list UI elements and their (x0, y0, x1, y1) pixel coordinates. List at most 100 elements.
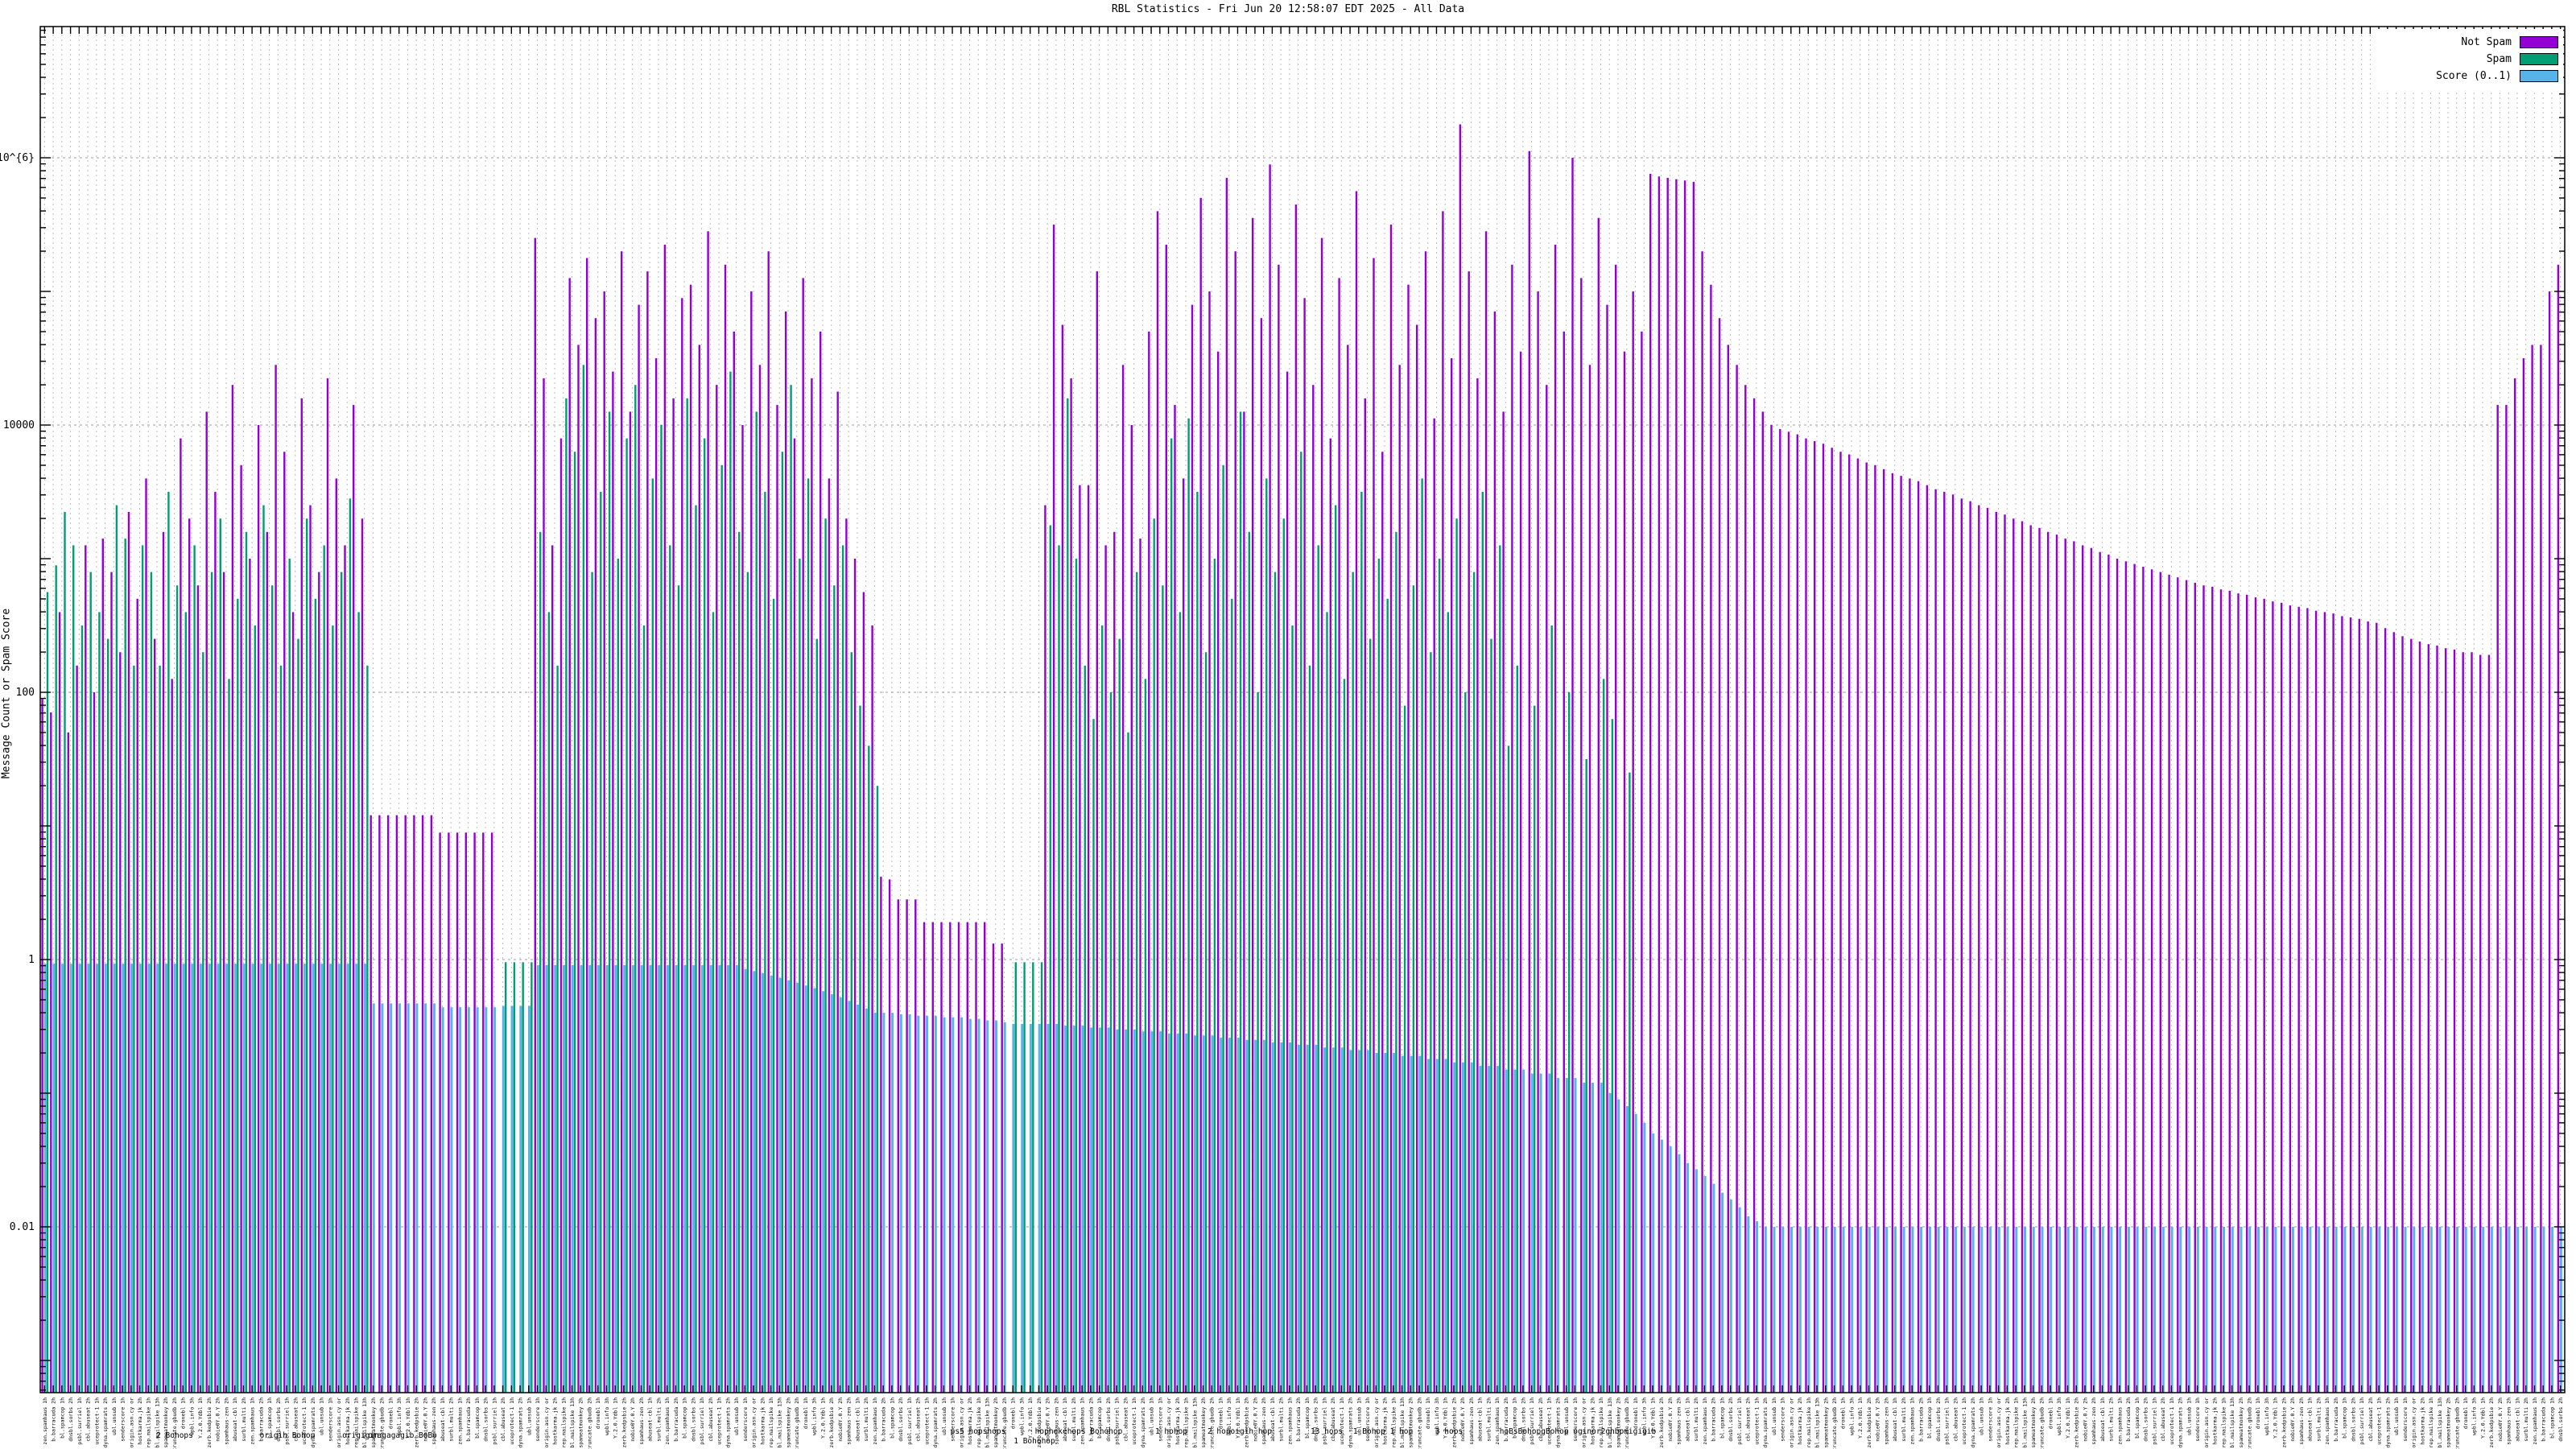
svg-text:uceprotect-1 1h: uceprotect-1 1h (509, 1397, 515, 1445)
svg-text:1x10^{6}: 1x10^{6} (0, 152, 35, 164)
svg-text:psbl.surriel 1h: psbl.surriel 1h (491, 1397, 497, 1445)
svg-text:oragagagib BoBo: oragagagib BoBo (368, 1431, 437, 1440)
legend: Not Spam Spam Score (0..1) (2373, 29, 2563, 89)
svg-text:dronebl 1h: dronebl 1h (1633, 1397, 1639, 1429)
svg-text:abuseat-cbl 1h: abuseat-cbl 1h (2307, 1397, 2314, 1442)
svg-text:ubl.unsub 1h: ubl.unsub 1h (2186, 1397, 2192, 1435)
svg-text:rep.mailspike 1h: rep.mailspike 1h (2220, 1397, 2227, 1448)
svg-text:wpbl.info 3h: wpbl.info 3h (2471, 1397, 2478, 1435)
svg-text:dnsbl.sorbs 2h: dnsbl.sorbs 2h (68, 1397, 74, 1442)
legend-swatch-spam (2520, 53, 2558, 65)
svg-text:10000: 10000 (3, 419, 35, 431)
svg-text:nobie0Y.0.Y 2h: nobie0Y.0.Y 2h (2082, 1397, 2088, 1442)
svg-text:spameatmonkey 2h: spameatmonkey 2h (578, 1397, 584, 1448)
svg-text:dnsbl.sorbs 2h: dnsbl.sorbs 2h (2350, 1397, 2356, 1442)
svg-text:dronebl 1h: dronebl 1h (1010, 1397, 1017, 1429)
svg-text:nobie0Y.0.Y 2h: nobie0Y.0.Y 2h (1875, 1397, 1881, 1442)
legend-label-spam: Spam (2486, 53, 2512, 65)
svg-text:bl.spamcop 1h: bl.spamcop 1h (2134, 1397, 2140, 1439)
svg-text:100: 100 (16, 687, 35, 699)
svg-text:surbl.multi 2h: surbl.multi 2h (1485, 1397, 1492, 1442)
svg-text:nobie0Y.0.Y 2h: nobie0Y.0.Y 2h (2289, 1397, 2296, 1442)
svg-text:spamhaus-zen 2h: spamhaus-zen 2h (223, 1397, 229, 1445)
svg-text:b.barracuda 2h: b.barracuda 2h (1711, 1397, 1717, 1442)
svg-text:bl.mailspike 13h: bl.mailspike 13h (1607, 1397, 1613, 1448)
svg-text:truncate.gbudb 2h: truncate.gbudb 2h (2247, 1397, 2253, 1449)
svg-text:cbl.abuseat 2h: cbl.abuseat 2h (2368, 1397, 2374, 1442)
svg-text:wpbl.info 3h: wpbl.info 3h (1848, 1397, 1855, 1435)
svg-text:truncate.gbudb 2h: truncate.gbudb 2h (1416, 1397, 1422, 1449)
svg-text:b.barracuda 2h: b.barracuda 2h (673, 1397, 679, 1442)
svg-text:spamhaus-zen 2h: spamhaus-zen 2h (1676, 1397, 1682, 1445)
svg-text:nobie0Y.0.Y 2h: nobie0Y.0.Y 2h (215, 1397, 221, 1442)
svg-text:bl.spamcop 1h: bl.spamcop 1h (2549, 1397, 2555, 1439)
svg-text:zerb.kedpsbie 2h: zerb.kedpsbie 2h (1244, 1397, 1250, 1448)
svg-text:truncate.gbudb 2h: truncate.gbudb 2h (1831, 1397, 1838, 1449)
svg-text:bl.mailspike 13h: bl.mailspike 13h (1814, 1397, 1821, 1448)
svg-text:psbl.surriel 1h: psbl.surriel 1h (76, 1397, 83, 1445)
svg-text:dyna.spamrats 2h: dyna.spamrats 2h (724, 1397, 731, 1448)
svg-text:truncate.gbudb 2h: truncate.gbudb 2h (1001, 1397, 1008, 1449)
svg-text:b.barracuda 2h: b.barracuda 2h (1918, 1397, 1924, 1442)
svg-text:origin.asn.cy or: origin.asn.cy or (1788, 1397, 1794, 1448)
svg-text:uceprotect-1 1h: uceprotect-1 1h (2169, 1397, 2175, 1445)
svg-text:Y.2.0.Ydbl 1h: Y.2.0.Ydbl 1h (1027, 1397, 1034, 1439)
svg-text:bl.mailspike 13h: bl.mailspike 13h (154, 1397, 160, 1448)
svg-text:zerb.kedpsbie 2h: zerb.kedpsbie 2h (1451, 1397, 1457, 1448)
svg-text:nobie0Y.0.Y 2h: nobie0Y.0.Y 2h (1667, 1397, 1674, 1442)
svg-text:dronebl 1h: dronebl 1h (2462, 1397, 2469, 1429)
svg-text:truncate.gbudb 2h: truncate.gbudb 2h (586, 1397, 592, 1449)
svg-text:zen.spamhaus 1h: zen.spamhaus 1h (1494, 1397, 1501, 1445)
svg-text:origih Bohop: origih Bohop (260, 1431, 316, 1440)
svg-text:bl.mailspike 13h: bl.mailspike 13h (2021, 1397, 2028, 1448)
svg-text:bl.spamcop 1h: bl.spamcop 1h (474, 1397, 481, 1439)
svg-text:spamhaus-zen 2h: spamhaus-zen 2h (846, 1397, 852, 1445)
svg-text:origin.asn.cy or: origin.asn.cy or (2411, 1397, 2417, 1448)
svg-text:hoBsBohopgBohop oginor2ghbpmig: hoBsBohopgBohop oginor2ghbpmigigib (1500, 1427, 1657, 1436)
svg-text:b.barracuda 2h: b.barracuda 2h (51, 1397, 57, 1442)
svg-text:dyna.spamrats 2h: dyna.spamrats 2h (1970, 1397, 1976, 1448)
svg-text:spameatmonkey 2h: spameatmonkey 2h (2238, 1397, 2244, 1448)
svg-text:psbl.surriel 1h: psbl.surriel 1h (699, 1397, 705, 1445)
svg-text:origin.asn.cy or: origin.asn.cy or (751, 1397, 758, 1448)
svg-text:uceprotect-1 1h: uceprotect-1 1h (1339, 1397, 1345, 1445)
svg-text:dyna.spamrats 2h: dyna.spamrats 2h (310, 1397, 316, 1448)
svg-text:hostkarma.jk 2h: hostkarma.jk 2h (1797, 1397, 1803, 1445)
svg-text:surbl.multi 2h: surbl.multi 2h (655, 1397, 662, 1442)
svg-text:wpbl.info 3h: wpbl.info 3h (604, 1397, 610, 1435)
svg-text:dyna.spamrats 2h: dyna.spamrats 2h (1762, 1397, 1769, 1448)
svg-text:Y.2.0.Ydbl 1h: Y.2.0.Ydbl 1h (2065, 1397, 2071, 1439)
svg-text:wpbl.info 3h: wpbl.info 3h (2264, 1397, 2270, 1435)
svg-text:rep.mailspike 1h: rep.mailspike 1h (1598, 1397, 1604, 1448)
svg-text:dronebl 1h: dronebl 1h (2255, 1397, 2261, 1429)
svg-text:zen.spamhaus 1h: zen.spamhaus 1h (2116, 1397, 2123, 1445)
svg-text:cbl.abuseat 2h: cbl.abuseat 2h (85, 1397, 92, 1442)
svg-text:senderscore 1h: senderscore 1h (2194, 1397, 2201, 1442)
svg-text:uceprotect-1 1h: uceprotect-1 1h (1131, 1397, 1137, 1445)
svg-text:hostkarma.jk 2h: hostkarma.jk 2h (2212, 1397, 2219, 1445)
svg-text:abuseat-cbl 1h: abuseat-cbl 1h (232, 1397, 238, 1442)
svg-text:origin.asn.cy or: origin.asn.cy or (336, 1397, 342, 1448)
svg-text:1: 1 (28, 954, 35, 966)
svg-text:dronebl 1h: dronebl 1h (2047, 1397, 2054, 1429)
svg-text:hostkarma.jk 2h: hostkarma.jk 2h (1382, 1397, 1389, 1445)
svg-text:bl.spamcop 1h: bl.spamcop 1h (1926, 1397, 1933, 1439)
svg-text:hostkarma.jk 2h: hostkarma.jk 2h (2004, 1397, 2011, 1445)
svg-text:3 hops: 3 hops (1435, 1427, 1463, 1436)
svg-text:Y.2.0.Ydbl 1h: Y.2.0.Ydbl 1h (197, 1397, 204, 1439)
svg-text:cbl.abuseat 2h: cbl.abuseat 2h (708, 1397, 714, 1442)
svg-text:zen.spamhaus 1h: zen.spamhaus 1h (664, 1397, 671, 1445)
svg-text:ubl.unsub 1h: ubl.unsub 1h (2393, 1397, 2400, 1435)
svg-text:truncate.gbudb 2h: truncate.gbudb 2h (379, 1397, 386, 1449)
svg-text:rep.mailspike 1h: rep.mailspike 1h (2013, 1397, 2020, 1448)
rbl-statistics-chart: RBL Statistics - Fri Jun 20 12:58:07 EDT… (0, 0, 2576, 1449)
svg-text:bl.spamcop 1h: bl.spamcop 1h (59, 1397, 65, 1439)
svg-text:psbl.surriel 1h: psbl.surriel 1h (1321, 1397, 1327, 1445)
svg-text:surbl.multi 2h: surbl.multi 2h (863, 1397, 869, 1442)
svg-text:1 Bohop 1 hop: 1 Bohop 1 hop (1353, 1427, 1414, 1436)
svg-text:spamhaus-zen 2h: spamhaus-zen 2h (1261, 1397, 1267, 1445)
svg-text:spameatmonkey 2h: spameatmonkey 2h (1616, 1397, 1622, 1448)
svg-text:dnsbl.sorbs 2h: dnsbl.sorbs 2h (1728, 1397, 1734, 1442)
svg-text:wpbl.info 3h: wpbl.info 3h (811, 1397, 818, 1435)
svg-text:nobie0Y.0.Y 2h: nobie0Y.0.Y 2h (837, 1397, 844, 1442)
